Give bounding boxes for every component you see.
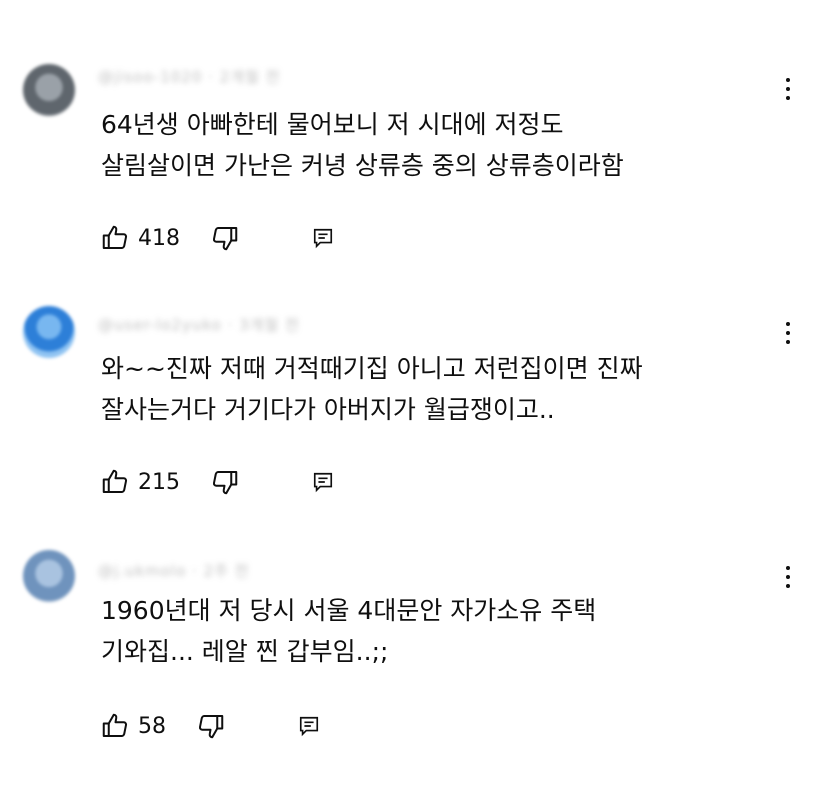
comment-text: 1960년대 저 당시 서울 4대문안 자가소유 주택 기와집... 레알 찐 …: [101, 596, 597, 666]
like-button[interactable]: 215: [100, 467, 210, 497]
more-options-icon[interactable]: [778, 562, 798, 592]
avatar[interactable]: [23, 306, 75, 358]
comment-text: 와~~진짜 저때 거적때기집 아니고 저런집이면 진짜 잘사는거다 거기다가 아…: [101, 354, 643, 424]
dislike-button[interactable]: [210, 467, 240, 497]
dislike-button[interactable]: [196, 711, 226, 741]
reply-icon: [313, 472, 333, 493]
comment-actions: 215: [100, 466, 334, 498]
thumbs-up-icon: [102, 469, 128, 493]
thumbs-down-icon: [198, 715, 224, 739]
more-options-icon[interactable]: [778, 318, 798, 348]
comment-3: @j.ukmolo · 2주 전 1960년대 저 당시 서울 4대문안 자가소…: [0, 0, 835, 739]
like-button[interactable]: 58: [100, 711, 196, 741]
thumbs-up-icon: [102, 713, 128, 737]
thumbs-down-icon: [212, 471, 238, 495]
reply-button[interactable]: [298, 715, 320, 737]
reply-button[interactable]: [312, 471, 334, 493]
like-count: 58: [138, 713, 166, 739]
like-count: 215: [138, 469, 180, 495]
comment-author[interactable]: @j.ukmolo · 2주 전: [98, 560, 249, 580]
comment-actions: 58: [100, 710, 320, 742]
comment-author[interactable]: @user-lo2yuko · 3개월 전: [98, 314, 300, 334]
avatar[interactable]: [23, 550, 75, 602]
reply-icon: [299, 716, 319, 737]
